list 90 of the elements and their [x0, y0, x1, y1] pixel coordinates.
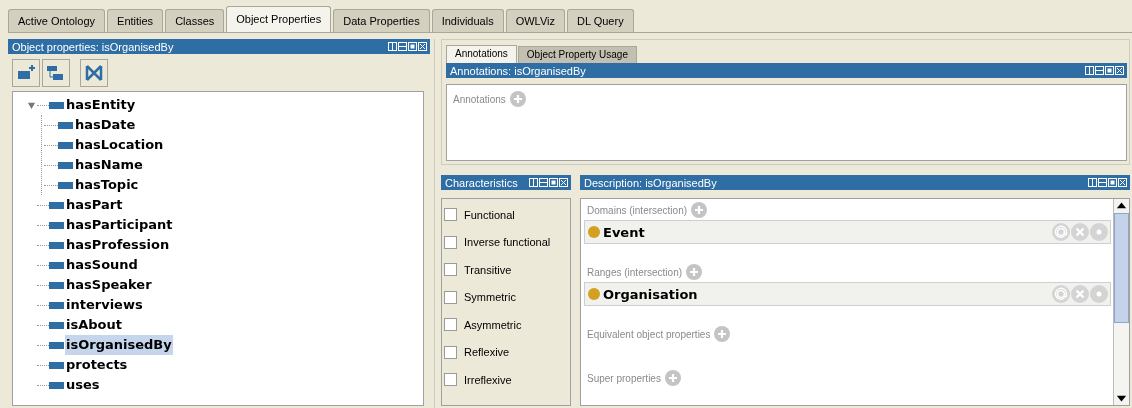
- panel-title: Description: isOrganisedBy: [584, 176, 717, 189]
- delete-icon: [84, 64, 104, 82]
- minimize-icon[interactable]: [1095, 66, 1104, 75]
- close-icon[interactable]: [418, 42, 427, 51]
- checkbox-label: Reflexive: [464, 346, 510, 359]
- property-icon: [49, 381, 64, 389]
- tab[interactable]: Data Properties: [333, 9, 430, 32]
- maximize-icon[interactable]: [1108, 178, 1117, 187]
- property-icon: [58, 161, 73, 169]
- minimize-icon[interactable]: [1098, 178, 1107, 187]
- checkbox[interactable]: [444, 235, 457, 249]
- checkbox[interactable]: [444, 290, 457, 304]
- section-label: Annotations: [453, 93, 506, 105]
- maximize-icon[interactable]: [1105, 66, 1114, 75]
- tab[interactable]: Classes: [165, 9, 225, 32]
- property-icon: [49, 261, 64, 269]
- property-icon: [49, 221, 64, 229]
- checkbox-label: Symmetric: [464, 291, 516, 304]
- checkbox-label: Irreflexive: [464, 373, 512, 386]
- tree-item[interactable]: isOrganisedBy: [65, 335, 173, 355]
- tab[interactable]: Entities: [107, 9, 164, 32]
- close-icon[interactable]: [559, 178, 568, 187]
- class-icon: [588, 288, 600, 300]
- checkbox-label: Asymmetric: [464, 318, 522, 331]
- property-icon: [49, 101, 64, 109]
- panel-title: Object properties: isOrganisedBy: [12, 40, 174, 53]
- close-icon[interactable]: [1115, 66, 1124, 75]
- maximize-icon[interactable]: [408, 42, 417, 51]
- property-icon: [58, 141, 73, 149]
- tree-item[interactable]: interviews: [65, 295, 144, 315]
- panel-title: Annotations: isOrganisedBy: [450, 64, 586, 77]
- property-icon: [58, 181, 73, 189]
- tree-item[interactable]: hasProfession: [65, 235, 171, 255]
- tree-item[interactable]: hasPart: [65, 195, 124, 215]
- section-label: Super properties: [587, 372, 661, 384]
- minimize-icon[interactable]: [539, 178, 548, 187]
- delete-property-button[interactable]: [80, 59, 108, 87]
- maximize-icon[interactable]: [549, 178, 558, 187]
- property-icon: [49, 341, 64, 349]
- checkbox[interactable]: [444, 373, 457, 387]
- tree-item[interactable]: hasName: [74, 155, 144, 175]
- tab[interactable]: OWLViz: [505, 9, 565, 32]
- checkbox[interactable]: [444, 263, 457, 277]
- add-sibling-property-button[interactable]: [42, 59, 70, 87]
- checkbox[interactable]: [444, 318, 457, 332]
- tree-item[interactable]: hasSound: [65, 255, 139, 275]
- tree-item[interactable]: hasDate: [74, 115, 137, 135]
- split-icon[interactable]: [529, 178, 538, 187]
- tree-item[interactable]: protects: [65, 355, 129, 375]
- checkbox-label: Functional: [464, 208, 515, 221]
- property-icon: [49, 281, 64, 289]
- add-sibling-icon: [46, 64, 66, 82]
- minimize-icon[interactable]: [398, 42, 407, 51]
- property-icon: [49, 241, 64, 249]
- tab[interactable]: Annotations: [446, 45, 517, 63]
- split-icon[interactable]: [388, 42, 397, 51]
- split-icon[interactable]: [1088, 178, 1097, 187]
- checkbox-label: Transitive: [464, 263, 512, 276]
- scroll-thumb[interactable]: [1114, 213, 1129, 323]
- property-icon: [58, 121, 73, 129]
- tree-item[interactable]: hasParticipant: [65, 215, 174, 235]
- tree-item[interactable]: hasEntity: [65, 95, 137, 115]
- property-icon: [49, 301, 64, 309]
- expand-toggle-icon[interactable]: [27, 101, 36, 110]
- tab[interactable]: Object Property Usage: [517, 46, 637, 63]
- tab[interactable]: DL Query: [567, 9, 634, 32]
- add-sub-property-button[interactable]: [12, 59, 40, 87]
- scrollbar[interactable]: [1113, 199, 1129, 405]
- tree-item[interactable]: hasLocation: [74, 135, 165, 155]
- property-icon: [49, 361, 64, 369]
- tree-item[interactable]: uses: [65, 375, 101, 395]
- tree-item[interactable]: isAbout: [65, 315, 123, 335]
- checkbox-label: Inverse functional: [464, 236, 551, 249]
- tab[interactable]: Individuals: [431, 9, 504, 32]
- split-icon[interactable]: [1085, 66, 1094, 75]
- section-label: Equivalent object properties: [587, 328, 711, 340]
- close-icon[interactable]: [1118, 178, 1127, 187]
- tree-item[interactable]: hasSpeaker: [65, 275, 153, 295]
- panel-title: Characteristics: [445, 176, 518, 189]
- tab[interactable]: Object Properties: [226, 6, 332, 32]
- property-icon: [49, 321, 64, 329]
- property-icon: [49, 201, 64, 209]
- section-label: Domains (intersection): [587, 204, 688, 216]
- add-child-icon: [16, 64, 36, 82]
- tree-item[interactable]: hasTopic: [74, 175, 140, 195]
- checkbox[interactable]: [444, 345, 457, 359]
- tab[interactable]: Active Ontology: [8, 9, 106, 32]
- class-icon: [588, 226, 600, 238]
- checkbox[interactable]: [444, 208, 457, 222]
- section-label: Ranges (intersection): [587, 266, 683, 278]
